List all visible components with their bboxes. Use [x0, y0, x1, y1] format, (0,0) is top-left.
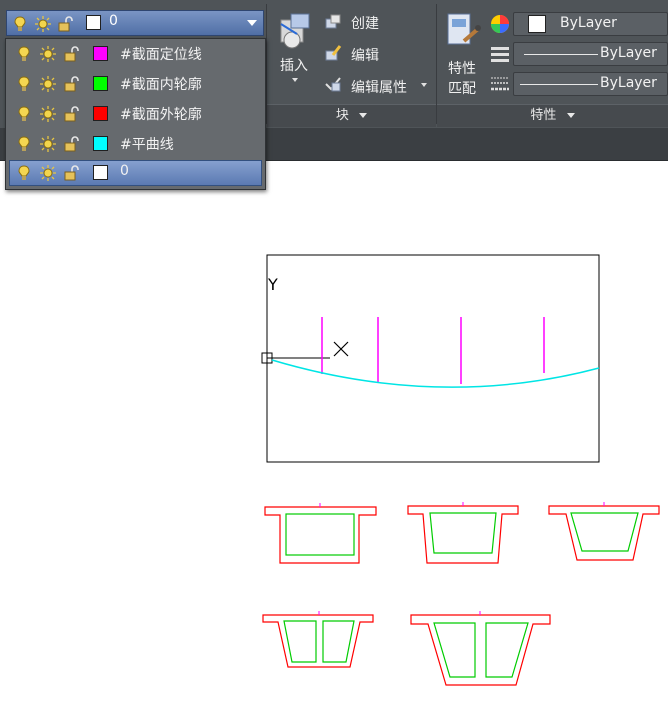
light-bulb-icon [14, 16, 26, 31]
drawing-area[interactable]: Y [0, 161, 668, 703]
chevron-down-icon[interactable] [292, 78, 298, 82]
chevron-down-icon[interactable] [247, 20, 257, 26]
layer-name: #平曲线 [120, 137, 174, 153]
create-block-label: 创建 [351, 16, 379, 32]
block-panel-title[interactable]: 块 [267, 104, 436, 127]
cross-section [262, 611, 374, 668]
properties-panel-title[interactable]: 特性 [437, 104, 668, 127]
linetype-icon[interactable] [489, 44, 511, 66]
chevron-down-icon[interactable] [421, 83, 427, 87]
layer-name: #截面外轮廓 [120, 107, 202, 123]
unlocked-padlock-icon[interactable] [63, 105, 81, 123]
light-bulb-icon[interactable] [15, 105, 33, 123]
linetype-value: ByLayer [600, 45, 657, 61]
layer-color-swatch[interactable] [93, 136, 108, 151]
sun-icon[interactable] [39, 45, 57, 63]
linetype-control[interactable]: ByLayer [513, 42, 668, 66]
edit-attributes-icon [325, 77, 341, 92]
create-block-button[interactable]: 创建 [323, 12, 423, 34]
lineweight-icon[interactable] [489, 74, 511, 96]
color-control[interactable]: ByLayer [513, 12, 668, 36]
edit-attributes-button[interactable]: 编辑属性 [323, 74, 433, 96]
cross-section [264, 503, 377, 564]
unlocked-padlock-icon[interactable] [63, 45, 81, 63]
light-bulb-icon[interactable] [15, 45, 33, 63]
layer-row-0[interactable]: 0 [9, 160, 262, 186]
inner-contour [429, 512, 497, 554]
chevron-down-icon [359, 113, 368, 118]
ucs-y-label: Y [267, 275, 278, 294]
insert-block-label: 插入 [280, 58, 308, 74]
unlocked-padlock-icon[interactable] [63, 164, 81, 182]
layer-row-horizontal-curve[interactable]: #平曲线 [9, 131, 262, 157]
outer-contour [407, 505, 519, 564]
inner-contour [283, 620, 317, 663]
layer-color-swatch[interactable] [93, 46, 108, 61]
match-properties-icon [447, 13, 481, 45]
color-swatch [528, 15, 546, 33]
lineweight-control[interactable]: ByLayer [513, 72, 668, 96]
insert-block-button[interactable]: 插入 [272, 8, 318, 94]
lineweight-value: ByLayer [600, 75, 657, 91]
layer-row-section-outer-contour[interactable]: #截面外轮廓 [9, 101, 262, 127]
layer-color-swatch [86, 15, 101, 30]
edit-block-label: 编辑 [351, 48, 379, 64]
match-properties-label-line2: 匹配 [448, 81, 476, 97]
create-block-icon [325, 14, 341, 29]
inner-contour [485, 622, 529, 678]
sun-icon[interactable] [39, 135, 57, 153]
sun-icon[interactable] [39, 105, 57, 123]
light-bulb-icon[interactable] [15, 164, 33, 182]
cross-section [548, 502, 660, 561]
sun-icon[interactable] [39, 75, 57, 93]
inner-contour [433, 622, 476, 678]
outer-contour [262, 614, 374, 668]
outer-contour [548, 505, 660, 561]
lineweight-sample [520, 84, 598, 85]
layer-name: #截面内轮廓 [120, 77, 202, 93]
sun-icon [35, 16, 51, 32]
chevron-down-icon [566, 113, 575, 118]
color-wheel-icon[interactable] [489, 13, 511, 35]
edit-block-button[interactable]: 编辑 [323, 43, 423, 65]
edit-attributes-label: 编辑属性 [351, 80, 407, 96]
cross-section [407, 502, 519, 564]
edit-block-icon [325, 45, 342, 61]
unlocked-padlock-icon[interactable] [63, 75, 81, 93]
light-bulb-icon[interactable] [15, 75, 33, 93]
layer-name: #截面定位线 [120, 47, 202, 63]
inner-contour [285, 513, 355, 556]
layer-combo[interactable]: 0 [6, 10, 264, 36]
light-bulb-icon[interactable] [15, 135, 33, 153]
layer-color-swatch[interactable] [93, 76, 108, 91]
sun-icon[interactable] [39, 164, 57, 182]
layer-color-swatch[interactable] [93, 165, 108, 180]
layer-row-section-inner-contour[interactable]: #截面内轮廓 [9, 71, 262, 97]
inner-contour [322, 620, 355, 663]
layer-dropdown-list: #截面定位线 #截面内轮廓 #截面外轮廓 #平曲线 0 [5, 38, 266, 190]
match-properties-label-line1: 特性 [448, 61, 476, 77]
unlocked-padlock-icon[interactable] [63, 135, 81, 153]
current-layer-name: 0 [109, 13, 118, 29]
outer-contour [410, 614, 551, 686]
cursor-crosshair-icon [333, 341, 349, 357]
layer-name: 0 [120, 163, 129, 179]
linetype-sample [524, 54, 598, 55]
horizontal-curve [271, 359, 600, 388]
layer-color-swatch[interactable] [93, 106, 108, 121]
match-properties-button[interactable]: 特性 匹配 [442, 8, 486, 98]
layer-row-section-locating[interactable]: #截面定位线 [9, 41, 262, 67]
insert-block-icon [280, 13, 310, 49]
inner-contour [570, 512, 639, 552]
color-value: ByLayer [560, 15, 617, 31]
unlocked-padlock-icon [58, 16, 73, 32]
cross-section [410, 611, 551, 686]
